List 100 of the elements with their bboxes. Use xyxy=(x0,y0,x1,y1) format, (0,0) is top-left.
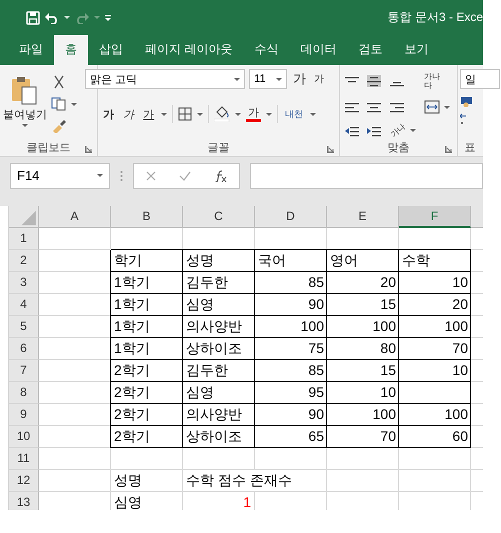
font-style-button[interactable]: 가 xyxy=(121,106,136,122)
table-cell[interactable]: 김두한 xyxy=(183,360,255,382)
caret-icon[interactable] xyxy=(235,112,242,116)
column-header[interactable]: F xyxy=(399,206,471,228)
table-cell[interactable]: 상하이조 xyxy=(183,338,255,360)
table-cell[interactable]: 85 xyxy=(255,360,327,382)
ribbon-tab[interactable]: 보기 xyxy=(393,35,440,65)
column-header[interactable]: B xyxy=(111,206,183,228)
table-cell[interactable]: 100 xyxy=(255,316,327,338)
font-color-button[interactable]: 가 xyxy=(246,106,262,122)
table-cell[interactable]: 10 xyxy=(399,272,471,294)
table-cell[interactable]: 수학 점수 존재수 xyxy=(183,470,327,492)
table-cell[interactable]: 학기 xyxy=(111,250,183,272)
table-cell[interactable]: 1학기 xyxy=(111,316,183,338)
table-cell[interactable]: 95 xyxy=(255,382,327,404)
table-cell[interactable]: 2학기 xyxy=(111,382,183,404)
table-cell[interactable]: 10 xyxy=(399,360,471,382)
row-header[interactable]: 10 xyxy=(9,426,39,448)
grow-font-button[interactable]: 가 xyxy=(291,70,308,88)
ribbon-tab[interactable]: 파일 xyxy=(8,35,54,65)
table-cell[interactable] xyxy=(399,448,471,470)
table-cell[interactable]: 100 xyxy=(327,404,399,426)
table-cell[interactable]: 심영 xyxy=(183,294,255,316)
caret-icon[interactable] xyxy=(444,106,450,109)
table-cell[interactable]: 10 xyxy=(327,382,399,404)
row-header[interactable]: 7 xyxy=(9,360,39,382)
table-cell[interactable]: 15 xyxy=(327,294,399,316)
table-cell[interactable]: 1학기 xyxy=(111,272,183,294)
align-left-icon[interactable] xyxy=(345,101,360,114)
brush-icon[interactable] xyxy=(51,119,67,133)
table-cell[interactable]: 100 xyxy=(399,404,471,426)
table-cell[interactable]: 15 xyxy=(327,360,399,382)
table-cell[interactable]: 1학기 xyxy=(111,294,183,316)
caret-icon[interactable] xyxy=(276,78,282,80)
font-name-field[interactable]: 맑은 고딕 xyxy=(85,69,246,89)
table-cell[interactable]: 상하이조 xyxy=(183,426,255,448)
table-cell[interactable]: 의사양반 xyxy=(183,404,255,426)
table-cell[interactable]: 심영 xyxy=(183,382,255,404)
align-right-icon[interactable] xyxy=(390,101,404,114)
caret-icon[interactable] xyxy=(161,112,168,116)
ribbon-tab[interactable]: 삽입 xyxy=(88,35,134,65)
table-cell[interactable] xyxy=(399,470,471,492)
column-header[interactable]: D xyxy=(255,206,327,228)
copy-icon[interactable] xyxy=(51,97,67,111)
table-cell[interactable] xyxy=(39,448,111,470)
ribbon-tab[interactable]: 수식 xyxy=(243,35,290,65)
currency-icon[interactable] xyxy=(460,95,474,107)
cancel-icon[interactable] xyxy=(146,170,156,180)
table-cell[interactable] xyxy=(327,448,399,470)
table-cell[interactable]: 2학기 xyxy=(111,404,183,426)
table-cell[interactable]: 2학기 xyxy=(111,426,183,448)
formula-input-field[interactable] xyxy=(250,162,483,188)
customize-icon[interactable] xyxy=(105,14,111,20)
caret-icon[interactable] xyxy=(310,112,316,116)
caret-icon[interactable] xyxy=(410,129,416,132)
check-icon[interactable] xyxy=(178,170,190,180)
table-cell[interactable]: 90 xyxy=(255,404,327,426)
table-cell[interactable]: 90 xyxy=(255,294,327,316)
wrap-text-button[interactable]: 가나다 xyxy=(424,72,440,90)
table-cell[interactable]: 20 xyxy=(327,272,399,294)
name-box[interactable]: F14 xyxy=(10,162,110,188)
font-style-button[interactable]: 가 xyxy=(101,106,116,122)
table-cell[interactable]: 1 xyxy=(183,492,255,510)
align-center-icon[interactable] xyxy=(367,101,382,114)
increase-indent-icon[interactable] xyxy=(367,124,382,137)
table-cell[interactable] xyxy=(183,448,255,470)
table-cell[interactable]: 75 xyxy=(255,338,327,360)
caret-icon[interactable] xyxy=(22,124,28,127)
caret-icon[interactable] xyxy=(64,16,70,19)
table-cell[interactable]: 20 xyxy=(399,294,471,316)
save-icon[interactable] xyxy=(26,10,40,24)
row-header[interactable]: 6 xyxy=(9,338,39,360)
table-cell[interactable]: 성명 xyxy=(183,250,255,272)
fill-bucket-icon[interactable] xyxy=(214,106,230,122)
ribbon-tab[interactable]: 데이터 xyxy=(289,35,348,65)
undo-icon[interactable] xyxy=(45,12,59,24)
number-format-field[interactable]: 일 xyxy=(460,69,500,89)
decrease-indent-icon[interactable] xyxy=(345,124,360,137)
merge-cells-icon[interactable] xyxy=(424,100,440,114)
phonetic-button[interactable]: 내천 xyxy=(283,108,306,120)
ribbon-tab[interactable]: 페이지 레이아웃 xyxy=(134,35,244,65)
table-cell[interactable] xyxy=(39,470,111,492)
font-size-field[interactable]: 11 xyxy=(249,69,288,89)
row-header[interactable]: 9 xyxy=(9,404,39,426)
ribbon-tab[interactable]: 검토 xyxy=(347,35,394,65)
function-icon[interactable] xyxy=(214,170,228,182)
dialog-launcher-icon[interactable] xyxy=(445,146,452,153)
table-cell[interactable]: 80 xyxy=(327,338,399,360)
table-cell[interactable]: 의사양반 xyxy=(183,316,255,338)
shrink-font-button[interactable]: 가 xyxy=(312,72,326,86)
table-cell[interactable] xyxy=(39,228,111,250)
column-header[interactable]: A xyxy=(39,206,111,228)
row-header[interactable]: 1 xyxy=(9,228,39,250)
align-middle-icon[interactable] xyxy=(367,75,382,88)
table-cell[interactable]: 100 xyxy=(399,316,471,338)
caret-icon[interactable] xyxy=(71,102,77,106)
table-cell[interactable] xyxy=(327,470,399,492)
table-cell[interactable]: 심영 xyxy=(111,492,183,510)
table-cell[interactable]: 85 xyxy=(255,272,327,294)
orientation-button[interactable]: 가나 xyxy=(388,121,408,140)
